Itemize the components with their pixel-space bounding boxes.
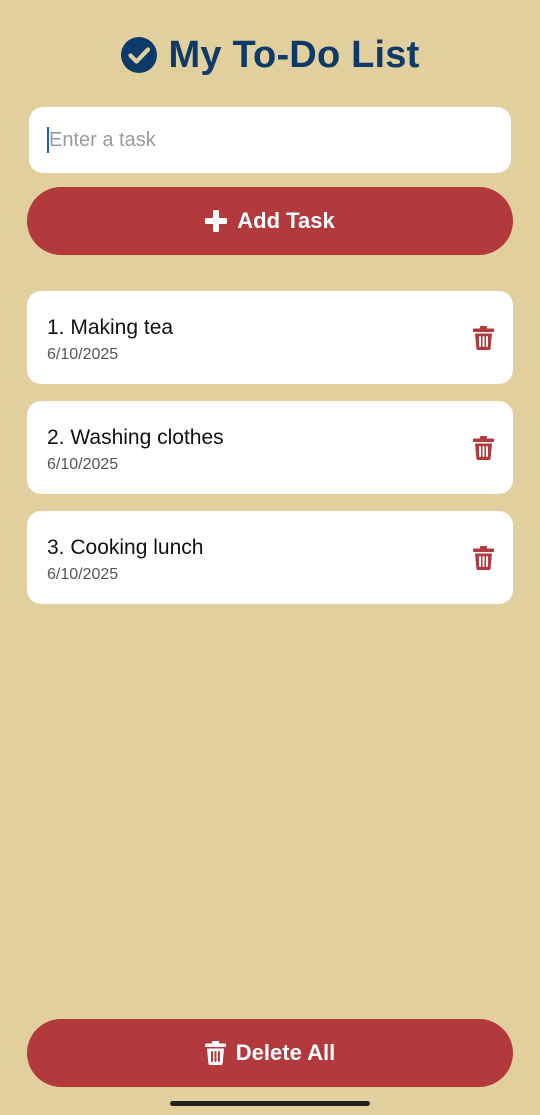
task-date: 6/10/2025: [47, 456, 119, 473]
delete-all-label: Delete All: [235, 1040, 336, 1065]
app-header: My To-Do List: [0, 30, 540, 80]
task-title: 2. Washing clothes: [47, 426, 224, 449]
add-task-button[interactable]: Add Task: [27, 187, 513, 255]
add-task-label: Add Task: [237, 208, 335, 233]
task-input[interactable]: [29, 107, 511, 173]
trash-icon: [204, 1041, 226, 1065]
trash-icon: [472, 436, 494, 460]
home-indicator[interactable]: [170, 1101, 370, 1106]
plus-icon: [205, 210, 228, 232]
delete-task-button[interactable]: [471, 435, 495, 461]
trash-icon: [472, 546, 494, 570]
task-title: 3. Cooking lunch: [47, 536, 204, 559]
task-item: 1. Making tea 6/10/2025: [27, 291, 513, 384]
check-circle-icon: [120, 37, 157, 73]
task-title: 1. Making tea: [47, 316, 174, 339]
task-date: 6/10/2025: [47, 566, 119, 583]
task-date: 6/10/2025: [47, 346, 119, 363]
delete-all-button[interactable]: Delete All: [27, 1019, 513, 1087]
text-caret: [47, 127, 49, 153]
task-item: 2. Washing clothes 6/10/2025: [27, 401, 513, 494]
delete-task-button[interactable]: [471, 545, 495, 571]
page-title: My To-Do List: [168, 33, 420, 76]
trash-icon: [472, 326, 494, 350]
task-item: 3. Cooking lunch 6/10/2025: [27, 511, 513, 604]
delete-task-button[interactable]: [471, 325, 495, 351]
task-list: 1. Making tea 6/10/2025 2. Washing cloth…: [27, 291, 513, 621]
